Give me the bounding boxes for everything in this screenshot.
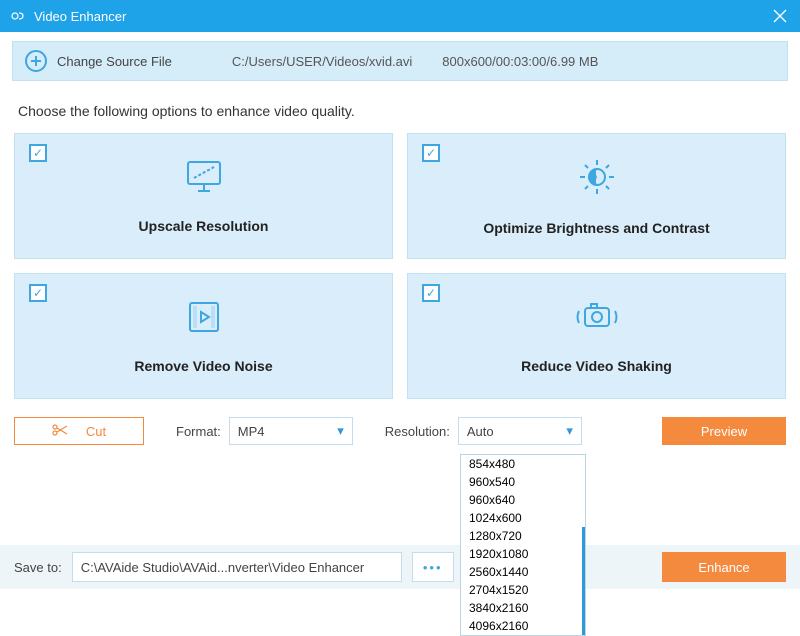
checkbox-shaking[interactable]: ✓	[422, 284, 440, 302]
format-label: Format:	[176, 424, 221, 439]
format-select[interactable]: MP4 ▾	[229, 417, 353, 445]
enhance-label: Enhance	[698, 560, 749, 575]
save-bar: Save to: C:\AVAide Studio\AVAid...nverte…	[0, 545, 800, 589]
app-title: Video Enhancer	[34, 9, 770, 24]
card-shaking-title: Reduce Video Shaking	[521, 358, 672, 374]
card-upscale-title: Upscale Resolution	[139, 218, 269, 234]
card-brightness-title: Optimize Brightness and Contrast	[483, 220, 709, 236]
preview-label: Preview	[701, 424, 747, 439]
card-brightness[interactable]: ✓ Optimize Brightness and Contrast	[407, 133, 786, 259]
scrollbar[interactable]	[582, 527, 585, 635]
chevron-down-icon: ▾	[566, 423, 573, 439]
resolution-dropdown[interactable]: 854x480 960x540 960x640 1024x600 1280x72…	[460, 454, 586, 636]
camera-icon	[573, 299, 621, 340]
list-item[interactable]: 960x640	[461, 491, 585, 509]
resolution-value: Auto	[467, 424, 494, 439]
chevron-down-icon: ▾	[337, 423, 344, 439]
list-item[interactable]: 1280x720	[461, 527, 585, 545]
save-to-label: Save to:	[14, 560, 62, 575]
source-path: C:/Users/USER/Videos/xvid.avi	[232, 54, 412, 69]
monitor-icon	[184, 159, 224, 200]
format-value: MP4	[238, 424, 265, 439]
titlebar: Video Enhancer	[0, 0, 800, 32]
list-item[interactable]: 854x480	[461, 455, 585, 473]
list-item[interactable]: 4096x2160	[461, 617, 585, 635]
preview-button[interactable]: Preview	[662, 417, 786, 445]
card-upscale[interactable]: ✓ Upscale Resolution	[14, 133, 393, 259]
list-item[interactable]: 3840x2160	[461, 599, 585, 617]
list-item[interactable]: 1920x1080	[461, 545, 585, 563]
enhance-button[interactable]: Enhance	[662, 552, 786, 582]
checkbox-noise[interactable]: ✓	[29, 284, 47, 302]
resolution-select[interactable]: Auto ▾	[458, 417, 582, 445]
save-path-value: C:\AVAide Studio\AVAid...nverter\Video E…	[81, 560, 365, 575]
save-path-input[interactable]: C:\AVAide Studio\AVAid...nverter\Video E…	[72, 552, 402, 582]
browse-button[interactable]: •••	[412, 552, 454, 582]
card-shaking[interactable]: ✓ Reduce Video Shaking	[407, 273, 786, 399]
list-item[interactable]: 1024x600	[461, 509, 585, 527]
checkbox-upscale[interactable]: ✓	[29, 144, 47, 162]
add-source-icon[interactable]	[25, 50, 47, 72]
card-noise[interactable]: ✓ Remove Video Noise	[14, 273, 393, 399]
card-noise-title: Remove Video Noise	[134, 358, 272, 374]
app-icon	[10, 8, 26, 24]
close-icon[interactable]	[770, 6, 790, 26]
list-item[interactable]: 2560x1440	[461, 563, 585, 581]
scissors-icon	[52, 423, 68, 440]
controls-row: Cut Format: MP4 ▾ Resolution: Auto ▾ Pre…	[0, 399, 800, 445]
change-source-label[interactable]: Change Source File	[57, 54, 172, 69]
source-info: 800x600/00:03:00/6.99 MB	[442, 54, 598, 69]
dots-icon: •••	[423, 560, 443, 575]
list-item[interactable]: 960x540	[461, 473, 585, 491]
cut-button[interactable]: Cut	[14, 417, 144, 445]
film-icon	[184, 299, 224, 340]
list-item[interactable]: 2704x1520	[461, 581, 585, 599]
options-grid: ✓ Upscale Resolution ✓ Optimize Brightne…	[0, 133, 800, 399]
checkbox-brightness[interactable]: ✓	[422, 144, 440, 162]
resolution-label: Resolution:	[385, 424, 450, 439]
instruction-text: Choose the following options to enhance …	[0, 81, 800, 133]
source-bar: Change Source File C:/Users/USER/Videos/…	[12, 41, 788, 81]
cut-label: Cut	[86, 424, 106, 439]
sun-icon	[577, 157, 617, 202]
